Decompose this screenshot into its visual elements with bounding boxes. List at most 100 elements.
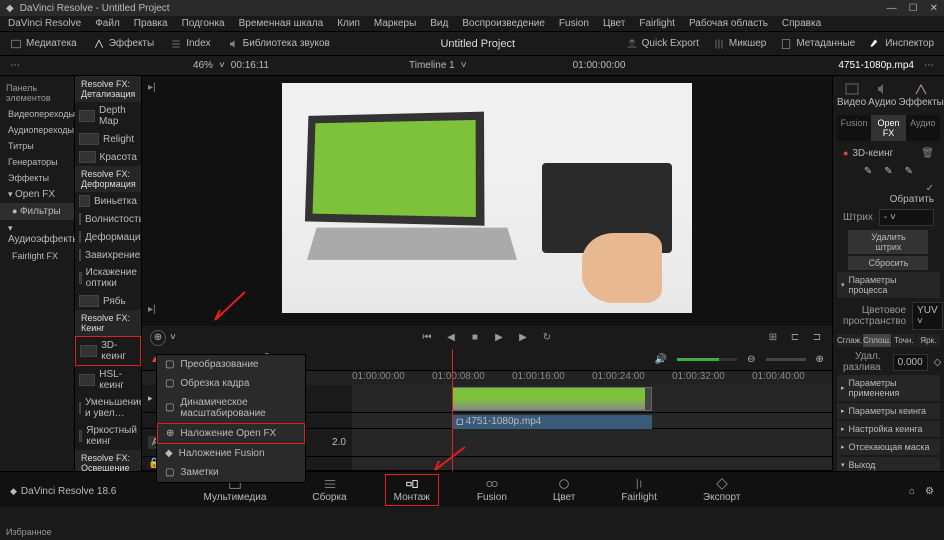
dd-transform[interactable]: ▢Преобразование: [157, 355, 305, 374]
fx-beauty[interactable]: Красота: [75, 148, 141, 166]
menu-edit[interactable]: Правка: [134, 18, 168, 29]
home-icon[interactable]: ⌂: [909, 486, 915, 497]
category-effects[interactable]: Эффекты: [0, 170, 74, 186]
menu-fairlight[interactable]: Fairlight: [639, 18, 675, 29]
minimize-button[interactable]: —: [887, 3, 897, 14]
zoom-out-button[interactable]: ⊖: [747, 354, 755, 365]
fx-shrink-grow[interactable]: Уменьшение и увел…: [75, 394, 141, 422]
dd-openfx-overlay[interactable]: ⊕Наложение Open FX: [157, 423, 305, 444]
plus-eyedropper-icon[interactable]: ✎: [905, 166, 913, 177]
fx-swirl[interactable]: Завихрение: [75, 246, 141, 264]
fx-vignette[interactable]: Виньетка: [75, 192, 141, 210]
mark-in-button[interactable]: ⊏: [788, 331, 802, 345]
toolbar-effects[interactable]: Эффекты: [93, 38, 154, 50]
inspector-tab-video[interactable]: Видео: [837, 80, 866, 111]
playhead[interactable]: [452, 349, 453, 471]
chevron-down-icon[interactable]: ˅: [461, 60, 467, 71]
dd-dynamic-zoom[interactable]: ▢Динамическое масштабирование: [157, 393, 305, 423]
keyframe-icon[interactable]: ◇: [934, 357, 942, 368]
seg-bright[interactable]: Ярк.: [917, 334, 940, 347]
reset-button[interactable]: Сбросить: [848, 256, 928, 270]
menu-help[interactable]: Справка: [782, 18, 821, 29]
fx-hsl-keyer[interactable]: HSL-кеинг: [75, 366, 141, 394]
chevron-down-icon[interactable]: ˅: [219, 60, 225, 71]
toolbar-mixer[interactable]: Микшер: [713, 38, 766, 50]
seg-fine[interactable]: Точн.: [892, 334, 915, 347]
subtab-audio[interactable]: Аудио: [906, 115, 940, 141]
page-fusion[interactable]: Fusion: [469, 475, 515, 505]
page-deliver[interactable]: Экспорт: [695, 475, 749, 505]
toolbar-sounds[interactable]: Библиотека звуков: [227, 38, 330, 50]
delete-stroke-button[interactable]: Удалить штрих: [848, 230, 928, 254]
fx-lens-distort[interactable]: Искажение оптики: [75, 264, 141, 292]
page-edit[interactable]: Монтаж: [385, 474, 439, 506]
match-frame-button[interactable]: ⊞: [766, 331, 780, 345]
menu-fusion[interactable]: Fusion: [559, 18, 589, 29]
zoom-slider[interactable]: [766, 358, 806, 361]
invert-checkbox[interactable]: Обратить: [890, 194, 934, 205]
applied-fx-name[interactable]: ● 3D-кеинг🗑: [837, 145, 940, 162]
section-process-params[interactable]: Параметры процесса: [837, 272, 940, 298]
subtab-openfx[interactable]: Open FX: [871, 115, 905, 141]
fx-3d-keyer[interactable]: 3D-кеинг: [75, 336, 141, 366]
eyedropper-icon[interactable]: ✎: [864, 166, 872, 177]
volume-icon[interactable]: 🔊: [655, 354, 667, 365]
menu-playback[interactable]: Воспроизведение: [462, 18, 545, 29]
expand-icon[interactable]: ▸|: [148, 82, 156, 93]
toolbar-index[interactable]: Index: [170, 38, 210, 50]
dd-fusion-overlay[interactable]: ◆Наложение Fusion: [157, 444, 305, 463]
menu-color[interactable]: Цвет: [603, 18, 625, 29]
next-frame-button[interactable]: ▶: [516, 331, 530, 345]
fx-warp[interactable]: Деформация: [75, 228, 141, 246]
settings-icon[interactable]: ⚙: [925, 486, 934, 497]
minus-eyedropper-icon[interactable]: ✎: [884, 166, 892, 177]
menu-workspace[interactable]: Рабочая область: [689, 18, 768, 29]
page-fairlight[interactable]: Fairlight: [613, 475, 665, 505]
mark-out-button[interactable]: ⊐: [810, 331, 824, 345]
stroke-select[interactable]: - ˅: [879, 209, 934, 226]
collapse-icon[interactable]: ▸|: [148, 304, 156, 315]
menu-view[interactable]: Вид: [430, 18, 448, 29]
toolbar-metadata[interactable]: Метаданные: [780, 38, 855, 50]
section-apply[interactable]: Параметры применения: [837, 375, 940, 401]
video-clip[interactable]: [452, 387, 652, 411]
more-icon[interactable]: ⋯: [10, 60, 20, 71]
close-button[interactable]: ✕: [930, 3, 938, 14]
seg-smooth[interactable]: Сглаж.: [837, 334, 862, 347]
page-color[interactable]: Цвет: [545, 475, 583, 505]
play-button[interactable]: ▶: [492, 331, 506, 345]
menu-file[interactable]: Файл: [95, 18, 120, 29]
toolbar-quickexport[interactable]: Quick Export: [626, 38, 699, 50]
section-output[interactable]: Выход: [837, 457, 940, 471]
toolbar-media[interactable]: Медиатека: [10, 38, 77, 50]
category-openfx[interactable]: ▾ Open FX: [0, 186, 74, 203]
menu-markers[interactable]: Маркеры: [374, 18, 416, 29]
category-fairlightfx[interactable]: Fairlight FX: [0, 248, 74, 264]
zoom-in-button[interactable]: ⊕: [816, 354, 824, 365]
more-icon[interactable]: ⋯: [924, 60, 934, 71]
fx-relight[interactable]: Relight: [75, 130, 141, 148]
page-cut[interactable]: Сборка: [304, 475, 354, 505]
chevron-down-icon[interactable]: ˅: [170, 332, 176, 343]
dd-crop[interactable]: ▢Обрезка кадра: [157, 374, 305, 393]
volume-slider[interactable]: [677, 358, 737, 361]
despill-value[interactable]: 0.000: [893, 354, 928, 371]
inspector-tab-effects[interactable]: Эффекты: [898, 80, 943, 111]
category-titles[interactable]: Титры: [0, 138, 74, 154]
first-frame-button[interactable]: ⏮: [420, 331, 434, 345]
viewer[interactable]: ▸| ▸|: [142, 76, 832, 321]
category-audio-transitions[interactable]: Аудиопереходы: [0, 122, 74, 138]
loop-button[interactable]: ↻: [540, 331, 554, 345]
overlay-menu-button[interactable]: ⊕: [150, 330, 166, 346]
dd-notes[interactable]: ▢Заметки: [157, 463, 305, 482]
category-filters[interactable]: ● Фильтры: [0, 203, 74, 220]
menu-trim[interactable]: Подгонка: [182, 18, 225, 29]
colorspace-select[interactable]: YUV ˅: [912, 302, 943, 330]
section-key-adjust[interactable]: Настройка кеинга: [837, 421, 940, 437]
toolbar-inspector[interactable]: Инспектор: [869, 38, 934, 50]
fx-waviness[interactable]: Волнистость: [75, 210, 141, 228]
maximize-button[interactable]: ☐: [909, 3, 918, 14]
category-audiofx[interactable]: ▾ Аудиоэффекты: [0, 220, 74, 248]
category-generators[interactable]: Генераторы: [0, 154, 74, 170]
section-keying[interactable]: Параметры кеинга: [837, 403, 940, 419]
